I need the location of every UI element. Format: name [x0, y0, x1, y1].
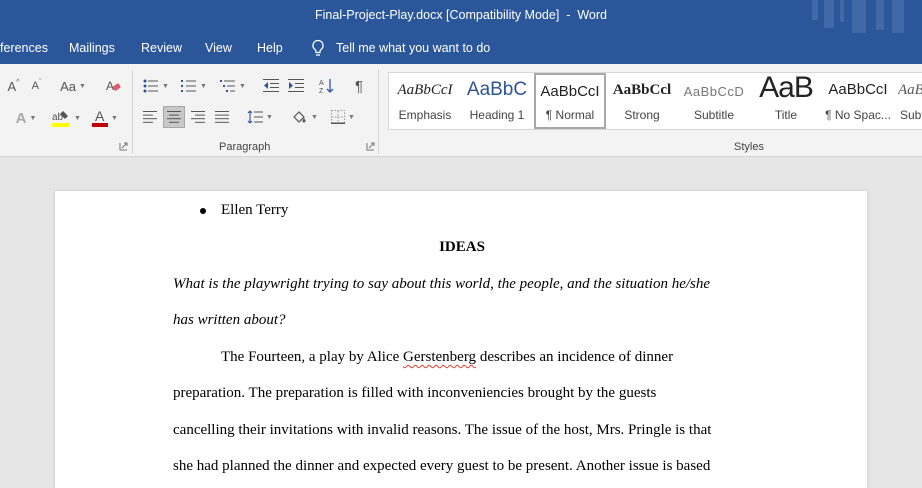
show-formatting-marks-button[interactable]: ¶	[348, 75, 370, 97]
font-color-button[interactable]: A ▼	[88, 107, 122, 129]
align-left-button[interactable]	[139, 106, 161, 128]
group-separator	[132, 70, 133, 154]
align-center-icon	[167, 111, 181, 123]
sort-icon: A Z	[319, 79, 334, 94]
grow-font-button[interactable]: A ^	[5, 75, 22, 97]
align-right-button[interactable]	[187, 106, 209, 128]
highlight-color-button[interactable]: ab ▼	[47, 107, 85, 129]
ribbon: A ^ Aˇ Aa ▼ A A ▼ ab ▼ A ▼ ▼ ▼ ▼ A Z ¶ ▼…	[0, 64, 922, 157]
align-right-icon	[191, 111, 205, 123]
section-heading: IDEAS	[439, 239, 485, 255]
styles-gallery: AaBbCcI Emphasis AaBbC Heading 1 AaBbCcI…	[388, 72, 922, 130]
decrease-indent-icon	[263, 79, 279, 92]
text-effects-button[interactable]: A ▼	[9, 107, 43, 129]
justify-icon	[215, 111, 229, 123]
sort-button[interactable]: A Z	[316, 75, 338, 97]
decrease-indent-button[interactable]	[260, 75, 282, 97]
tell-me-label: Tell me what you want to do	[336, 41, 491, 55]
paragraph-line-1: The Fourteen, a play by Alice Gerstenber…	[221, 349, 674, 365]
question-line-1: What is the playwright trying to say abo…	[173, 276, 711, 292]
bullet-icon	[200, 208, 206, 214]
paint-bucket-icon	[293, 111, 306, 123]
paragraph-line-4: she had planned the dinner and expected …	[173, 458, 711, 474]
paragraph-group-label: Paragraph	[219, 141, 271, 153]
borders-icon	[331, 110, 346, 124]
group-separator	[378, 70, 379, 154]
style-no-spacing[interactable]: AaBbCcI ¶ No Spac...	[822, 73, 894, 129]
style-subtle-emphasis[interactable]: AaBl Subt	[894, 73, 922, 129]
question-line-2: has written about?	[173, 312, 286, 328]
svg-text:Z: Z	[319, 88, 324, 94]
style-emphasis[interactable]: AaBbCcI Emphasis	[389, 73, 461, 129]
tab-references[interactable]: ferences	[0, 41, 48, 55]
window-title: Final-Project-Play.docx [Compatibility M…	[315, 8, 607, 22]
center-align-button[interactable]	[163, 106, 185, 128]
title-bar-decoration	[812, 0, 904, 33]
bullet-text: Ellen Terry	[221, 202, 289, 218]
multilevel-list-button[interactable]: ▼	[217, 75, 249, 97]
clear-formatting-button[interactable]: A	[103, 75, 123, 97]
style-subtitle[interactable]: AaBbCcD Subtitle	[678, 73, 750, 129]
styles-group-label: Styles	[734, 141, 764, 153]
tab-review[interactable]: Review	[141, 41, 182, 55]
document-canvas: Ellen Terry IDEAS What is the playwright…	[0, 157, 922, 488]
line-spacing-icon	[247, 110, 264, 124]
align-left-icon	[143, 111, 157, 123]
lightbulb-icon	[312, 39, 324, 56]
shrink-font-button[interactable]: Aˇ	[28, 75, 45, 97]
svg-text:A: A	[319, 80, 324, 87]
numbering-button[interactable]: ▼	[178, 75, 210, 97]
clear-formatting-icon: A	[106, 79, 121, 93]
font-dialog-launcher-icon[interactable]	[119, 142, 128, 151]
justify-button[interactable]	[211, 106, 233, 128]
style-heading-1[interactable]: AaBbC Heading 1	[461, 73, 533, 129]
increase-indent-icon	[288, 79, 304, 92]
ribbon-tabs: ferences Mailings Review View Help Tell …	[0, 33, 922, 64]
highlighter-icon: ab	[52, 111, 70, 127]
word-window: Final-Project-Play.docx [Compatibility M…	[0, 0, 922, 488]
document-page[interactable]: Ellen Terry IDEAS What is the playwright…	[54, 190, 868, 488]
paragraph-line-2: preparation. The preparation is filled w…	[173, 385, 657, 401]
style-title[interactable]: AaB Title	[750, 73, 822, 129]
line-spacing-button[interactable]: ▼	[243, 106, 277, 128]
tab-help[interactable]: Help	[257, 41, 283, 55]
svg-text:A: A	[106, 79, 114, 93]
bullets-icon	[143, 79, 159, 93]
misspelled-word[interactable]: Gerstenberg	[403, 349, 476, 365]
style-strong[interactable]: AaBbCcl Strong	[606, 73, 678, 129]
style-normal[interactable]: AaBbCcI ¶ Normal	[534, 73, 606, 129]
increase-indent-button[interactable]	[285, 75, 307, 97]
bullets-button[interactable]: ▼	[140, 75, 172, 97]
pilcrow-icon: ¶	[354, 77, 364, 95]
multilevel-list-icon	[220, 80, 236, 92]
tell-me-box[interactable]: Tell me what you want to do	[310, 39, 490, 57]
tab-view[interactable]: View	[205, 41, 232, 55]
tab-mailings[interactable]: Mailings	[69, 41, 115, 55]
paragraph-dialog-launcher-icon[interactable]	[366, 142, 375, 151]
numbering-icon	[181, 80, 197, 92]
borders-button[interactable]: ▼	[327, 106, 359, 128]
font-color-swatch	[92, 123, 109, 127]
title-bar: Final-Project-Play.docx [Compatibility M…	[0, 0, 922, 33]
shading-button[interactable]: ▼	[287, 106, 321, 128]
paragraph-line-3: cancelling their invitations with invali…	[173, 422, 712, 438]
change-case-button[interactable]: Aa ▼	[56, 75, 90, 97]
